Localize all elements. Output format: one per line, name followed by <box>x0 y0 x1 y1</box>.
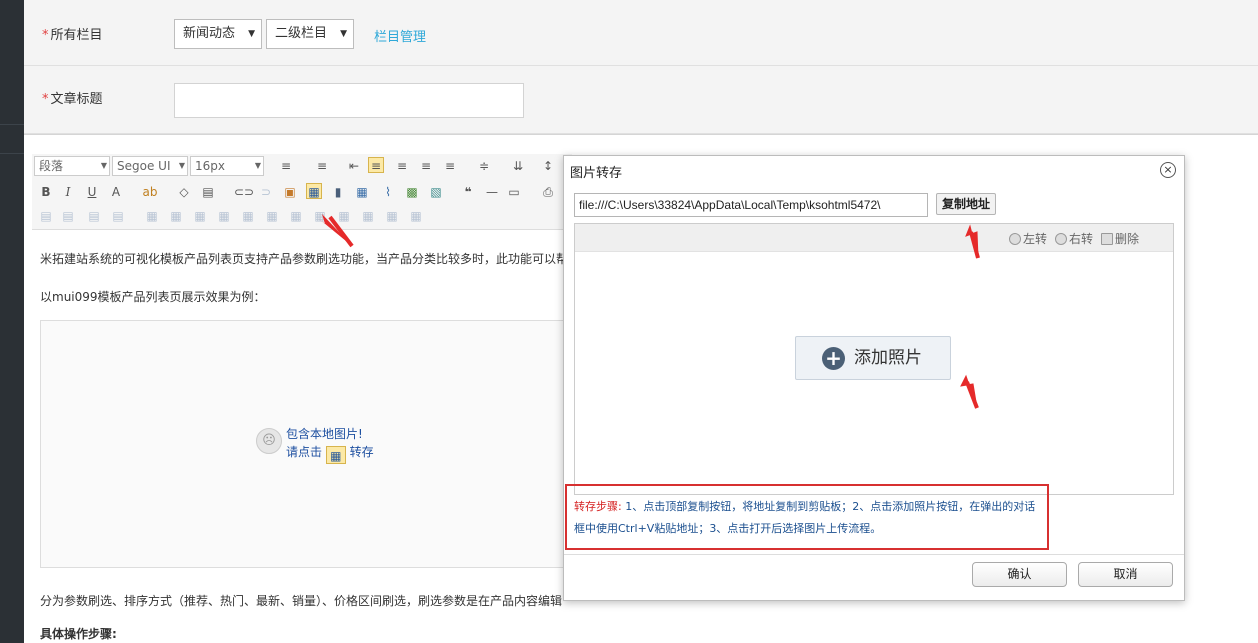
dialog-annotation-arrows <box>960 224 980 409</box>
